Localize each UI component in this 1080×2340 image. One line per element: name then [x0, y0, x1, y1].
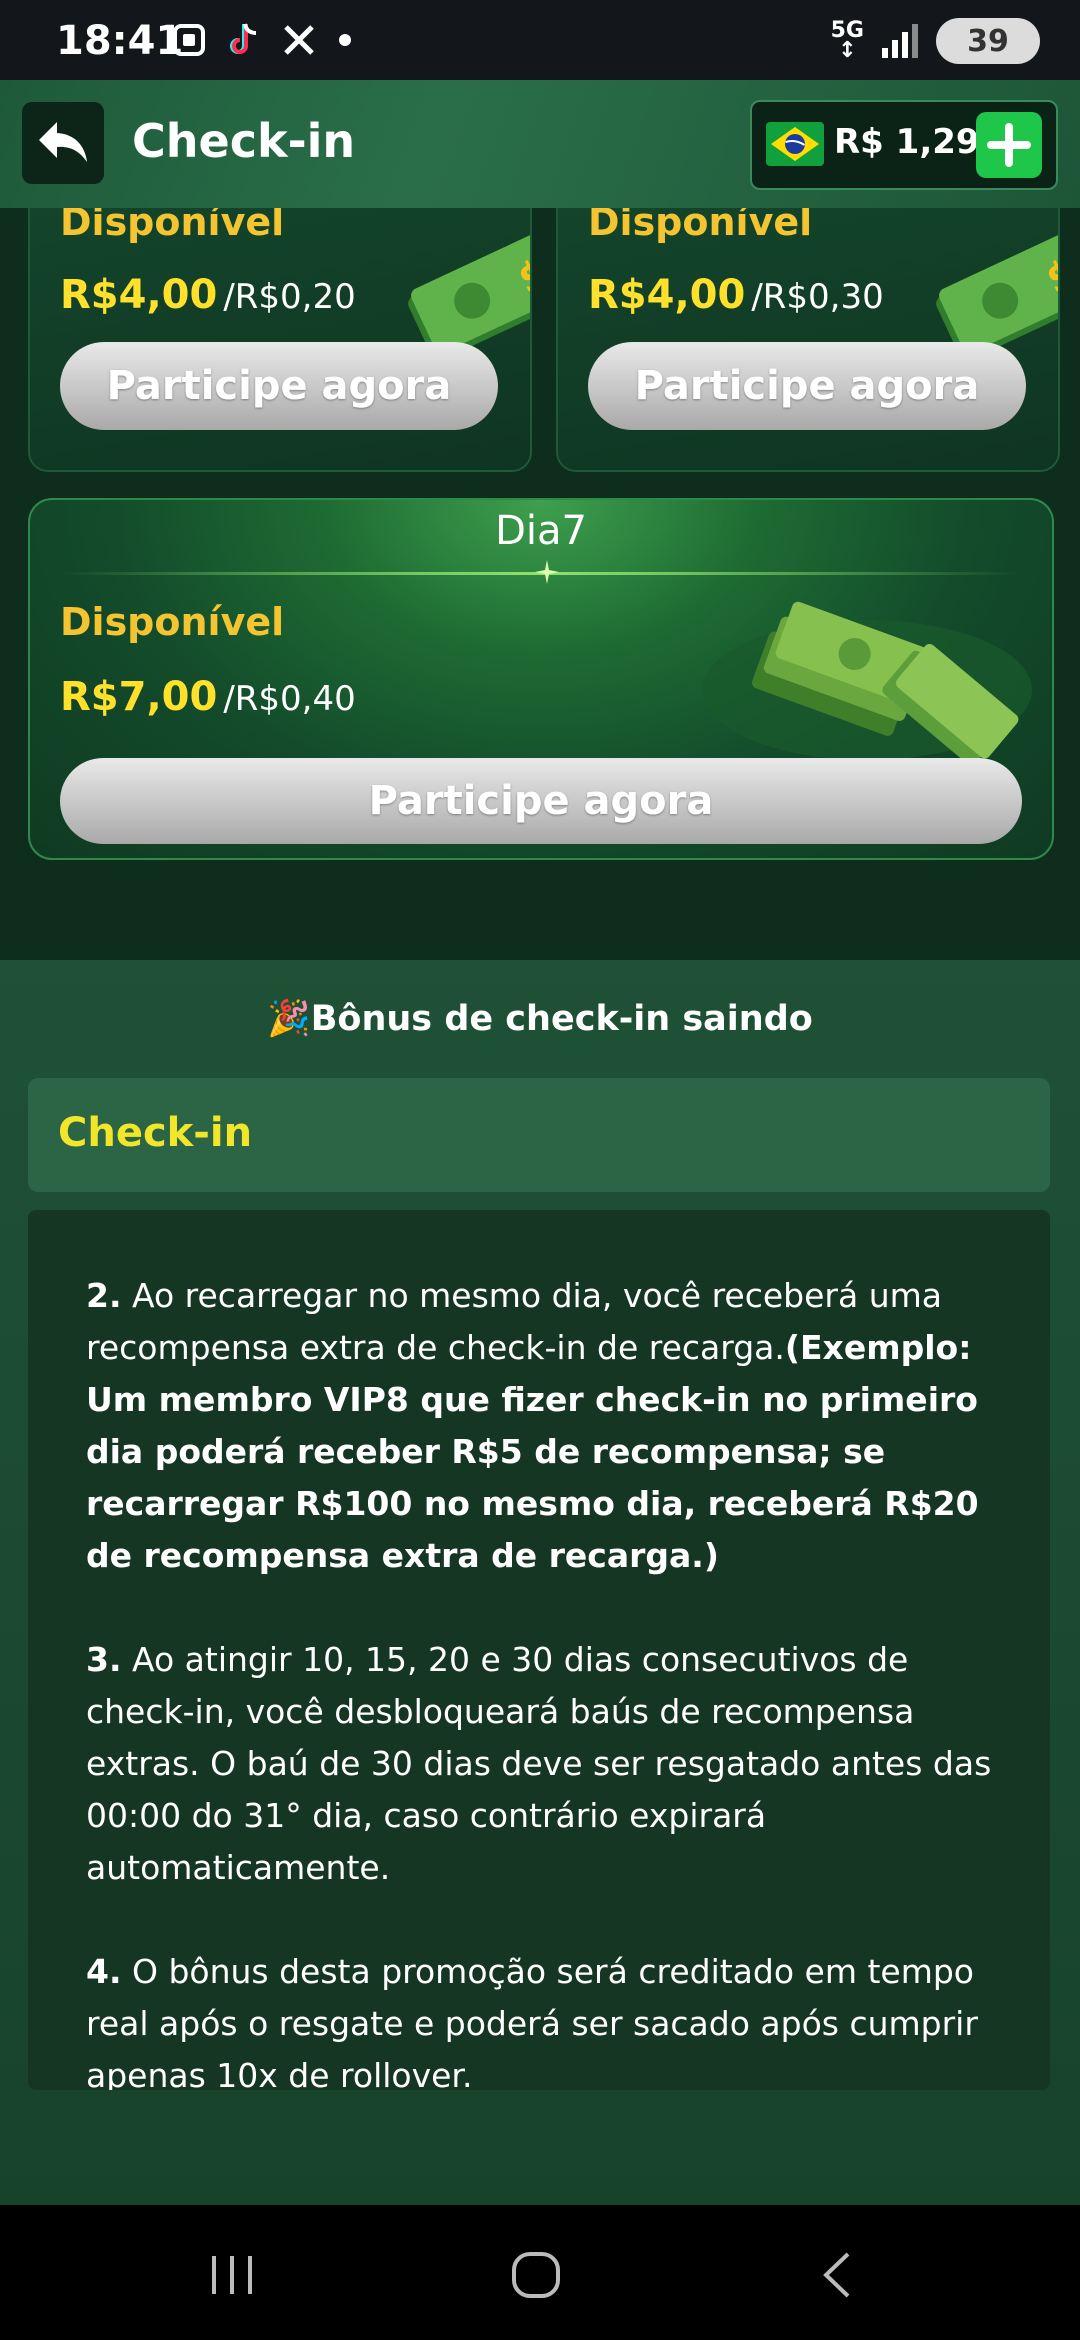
tiktok-icon	[230, 23, 257, 54]
money-stack-icon	[702, 601, 1032, 766]
money-icon: $	[936, 231, 1058, 360]
signal-icon	[882, 24, 918, 58]
rules-text: 2. Ao recarregar no mesmo dia, você rece…	[86, 1270, 1026, 2090]
back-arrow-icon	[39, 122, 87, 162]
card-price: R$4,00 /R$0,20	[60, 272, 356, 318]
join-button[interactable]: Participe agora	[60, 758, 1022, 844]
status-right: 5G ↕ 39	[831, 18, 1040, 64]
screenshot-icon	[173, 24, 205, 56]
dot-icon	[339, 34, 351, 46]
rule-2: 2. Ao recarregar no mesmo dia, você rece…	[86, 1270, 1026, 1582]
card-status: Disponível	[588, 208, 813, 244]
rule-3: 3. Ao atingir 10, 15, 20 e 30 dias conse…	[86, 1634, 1026, 1894]
page-title: Check-in	[132, 114, 356, 168]
app-header: Check-in R$ 1,29	[0, 80, 1080, 208]
plus-icon	[987, 123, 1031, 167]
rule-4: 4. O bônus desta promoção será creditado…	[86, 1946, 1026, 2090]
rule-number: 4.	[86, 1952, 122, 1991]
day-title: Dia7	[495, 508, 587, 554]
reward-amount: R$7,00	[60, 674, 218, 720]
home-icon[interactable]	[506, 2250, 566, 2300]
reward-amount: R$4,00	[60, 272, 218, 318]
battery-indicator: 39	[936, 18, 1040, 64]
brazil-flag-icon	[766, 122, 824, 166]
card-status: Disponível	[60, 600, 285, 644]
rule-text: Ao atingir 10, 15, 20 e 30 dias consecut…	[86, 1640, 992, 1887]
day7-card: Dia7 Disponível R$7,00 /R$0,40 Participe…	[28, 498, 1054, 860]
network-5g-icon: 5G ↕	[830, 18, 864, 63]
rule-number: 3.	[86, 1640, 122, 1679]
system-nav-bar	[0, 2205, 1080, 2340]
checkin-section-header[interactable]: Check-in	[28, 1078, 1050, 1192]
wallet-balance[interactable]: R$ 1,29	[750, 100, 1058, 190]
join-button[interactable]: Participe agora	[588, 342, 1026, 430]
reward-cost: /R$0,20	[223, 277, 356, 317]
money-icon: $	[408, 231, 530, 360]
reward-cost: /R$0,30	[751, 277, 884, 317]
checkin-cards: Disponível R$4,00 /R$0,20 $ Participe ag…	[0, 208, 1080, 960]
reward-amount: R$4,00	[588, 272, 746, 318]
card-price: R$7,00 /R$0,40	[60, 674, 356, 720]
recent-apps-icon[interactable]	[202, 2250, 262, 2300]
join-button[interactable]: Participe agora	[60, 342, 498, 430]
x-icon	[284, 25, 314, 55]
card-status: Disponível	[60, 208, 285, 244]
checkin-card: Disponível R$4,00 /R$0,20 $ Participe ag…	[28, 208, 532, 472]
checkin-card: Disponível R$4,00 /R$0,30 $ Participe ag…	[556, 208, 1060, 472]
back-icon[interactable]	[808, 2250, 868, 2300]
reward-cost: /R$0,40	[223, 679, 356, 719]
wallet-amount: R$ 1,29	[834, 122, 980, 162]
status-bar: 18:41 5G ↕ 39	[0, 0, 1080, 80]
notification-icons	[172, 22, 352, 58]
bonus-section: 🎉Bônus de check-in saindo Check-in 2. Ao…	[0, 960, 1080, 2205]
deposit-button[interactable]	[976, 112, 1042, 178]
rule-number: 2.	[86, 1276, 122, 1315]
back-button[interactable]	[22, 102, 104, 184]
rule-text: O bônus desta promoção será creditado em…	[86, 1952, 978, 2090]
card-price: R$4,00 /R$0,30	[588, 272, 884, 318]
sparkle-icon	[535, 560, 559, 584]
status-time: 18:41	[56, 18, 184, 64]
bonus-heading: 🎉Bônus de check-in saindo	[267, 999, 813, 1039]
section-title: Check-in	[58, 1110, 253, 1156]
rules-box: 2. Ao recarregar no mesmo dia, você rece…	[28, 1210, 1050, 2090]
